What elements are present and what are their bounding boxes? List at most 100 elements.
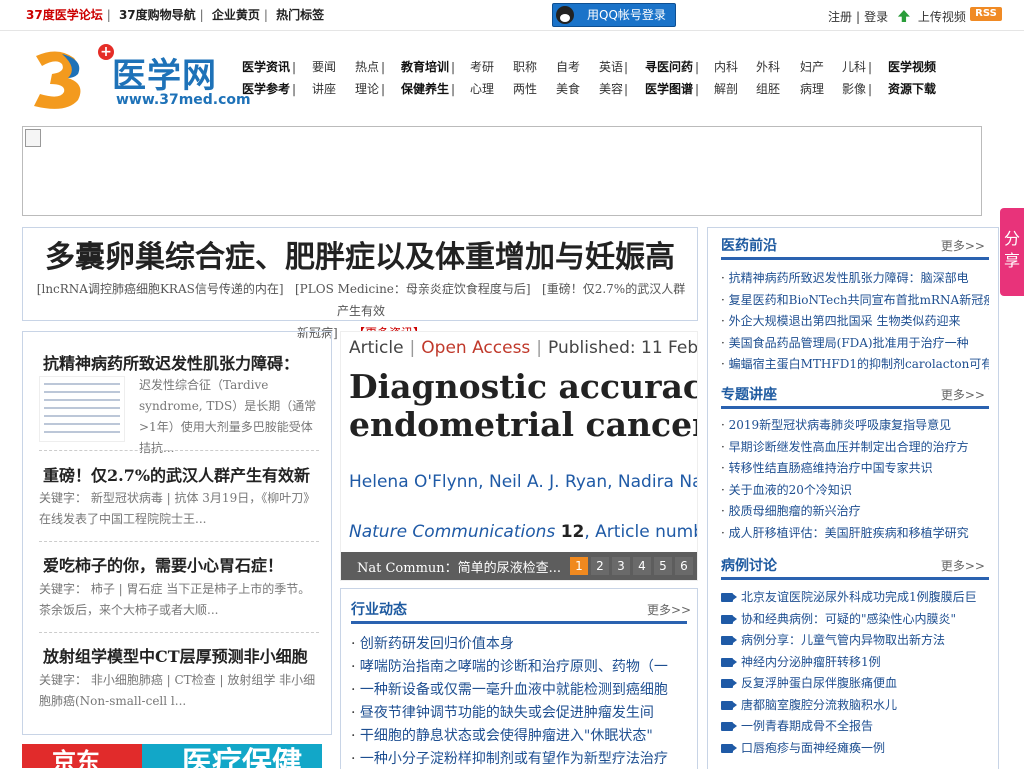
register-link[interactable]: 注册	[828, 10, 852, 24]
forum-link[interactable]: 37度医学论坛	[26, 8, 103, 22]
list-item[interactable]: 北京友谊医院泌尿外科成功完成1例腹膜后巨	[721, 587, 989, 609]
video-camera-icon	[721, 679, 737, 688]
slide-caption[interactable]: Nat Commun：简单的尿液检查...	[357, 557, 561, 576]
list-item[interactable]: 转移性结直肠癌维持治疗中国专家共识	[721, 458, 989, 480]
nav-atlas[interactable]: 医学图谱	[645, 78, 693, 100]
nav-education[interactable]: 教育培训	[401, 56, 449, 78]
video-camera-icon	[721, 636, 737, 645]
nav-title-exam[interactable]: 职称	[513, 56, 537, 78]
drug-frontier-title[interactable]: 医药前沿	[721, 235, 777, 255]
industry-more-link[interactable]: 更多>>	[647, 601, 691, 618]
list-item[interactable]: 2019新型冠状病毒肺炎呼吸康复指导意见	[721, 415, 989, 437]
list-item[interactable]: 协和经典病例：可疑的"感染性心内膜炎"	[721, 609, 989, 631]
list-item[interactable]: 一例青春期成骨不全报告	[721, 716, 989, 738]
slide-page-2[interactable]: 2	[591, 557, 609, 575]
case-discussion-title[interactable]: 病例讨论	[721, 555, 777, 575]
nav-anatomy[interactable]: 解剖	[714, 78, 738, 100]
featured-articles: 抗精神病药所致迟发性肌张力障碍： 迟发性综合征（Tardive syndrome…	[22, 331, 332, 735]
nav-seek-doctor[interactable]: 寻医问药	[645, 56, 693, 78]
list-item[interactable]: 唐都脑室腹腔分流救脑积水儿	[721, 695, 989, 717]
image-slider[interactable]: Article|Open Access|Published: 11 Febru …	[340, 331, 698, 581]
article-summary: 关键字： 非小细胞肺癌 | CT检查 | 放射组学 非小细胞肺癌(Non-sma…	[39, 673, 316, 708]
list-item[interactable]: 反复浮肿蛋白尿伴腹胀痛便血	[721, 673, 989, 695]
article-title[interactable]: 爱吃柿子的你，需要小心胃石症！	[43, 552, 323, 576]
slide-page-4[interactable]: 4	[633, 557, 651, 575]
yellow-pages-link[interactable]: 企业黄页	[212, 8, 260, 22]
nav-headlines[interactable]: 要闻	[312, 56, 336, 78]
list-item[interactable]: 胶质母细胞瘤的新兴治疗	[721, 501, 989, 523]
article-summary: 关键字： 新型冠状病毒 | 抗体 3月19日，《柳叶刀》在线发表了中国工程院院士…	[39, 491, 316, 526]
slide-page-5[interactable]: 5	[654, 557, 672, 575]
article-thumbnail[interactable]	[39, 376, 125, 442]
nav-sexuality[interactable]: 两性	[513, 78, 537, 100]
nav-english[interactable]: 英语	[599, 56, 623, 78]
article-title[interactable]: 抗精神病药所致迟发性肌张力障碍：	[43, 350, 319, 374]
lecture-title[interactable]: 专题讲座	[721, 384, 777, 404]
list-item[interactable]: 神经内分泌肿瘤肝转移1例	[721, 652, 989, 674]
slide-page-1[interactable]: 1	[570, 557, 588, 575]
article-title[interactable]: 重磅！仅2.7%的武汉人群产生有效新	[43, 462, 323, 486]
nav-postgrad[interactable]: 考研	[470, 56, 494, 78]
nav-pediatrics[interactable]: 儿科	[842, 56, 866, 78]
nav-histology[interactable]: 组胚	[756, 78, 780, 100]
list-item[interactable]: 干细胞的静息状态或会使得肿瘤进入"休眠状态"	[351, 725, 691, 748]
shopping-nav-link[interactable]: 37度购物导航	[119, 8, 196, 22]
list-item[interactable]: 创新药研发回归价值本身	[351, 633, 691, 656]
nav-imaging[interactable]: 影像	[842, 78, 866, 100]
nav-lectures[interactable]: 讲座	[312, 78, 336, 100]
slide-header: Article|Open Access|Published: 11 Febru	[349, 338, 697, 358]
lecture-more[interactable]: 更多>>	[941, 386, 985, 403]
drug-frontier-more[interactable]: 更多>>	[941, 237, 985, 254]
nav-self-study[interactable]: 自考	[556, 56, 580, 78]
headline-title[interactable]: 多囊卵巢综合症、肥胖症以及体重增加与妊娠高	[23, 232, 697, 276]
login-link[interactable]: 登录	[864, 10, 888, 24]
list-item[interactable]: 口唇疱疹与面神经瘫痪一例	[721, 738, 989, 760]
hot-tags-link[interactable]: 热门标签	[276, 8, 324, 22]
slide-volume: 12	[560, 522, 585, 542]
jd-ad-banner[interactable]: 京东 医疗保健	[22, 744, 322, 768]
nav-obstetrics[interactable]: 妇产	[800, 56, 824, 78]
case-discussion-more[interactable]: 更多>>	[941, 557, 985, 574]
list-item[interactable]: 成人肝移植评估：美国肝脏疾病和移植学研究	[721, 523, 989, 545]
upload-video-link[interactable]: 上传视频	[918, 10, 966, 24]
slide-page-6[interactable]: 6	[675, 557, 693, 575]
slide-page-3[interactable]: 3	[612, 557, 630, 575]
list-item[interactable]: 早期诊断继发性高血压并制定出合理的治疗方	[721, 437, 989, 459]
list-item[interactable]: 复星医药和BioNTech共同宣布首批mRNA新冠疫	[721, 290, 989, 312]
article-title[interactable]: 放射组学模型中CT层厚预测非小细胞	[43, 643, 323, 667]
nav-psychology[interactable]: 心理	[470, 78, 494, 100]
right-sidebar: 医药前沿 更多>> 抗精神病药所致迟发性肌张力障碍：脑深部电 复星医药和BioN…	[707, 227, 999, 769]
list-item[interactable]: 昼夜节律钟调节功能的缺失或会促进肿瘤发生间	[351, 702, 691, 725]
share-tab[interactable]: 分享	[1000, 208, 1024, 296]
site-logo[interactable]: + 医学网 www.37med.com	[28, 44, 251, 114]
sub-link-2[interactable]: [PLOS Medicine：母亲炎症饮食程度与后]	[295, 282, 531, 296]
slide-title-line-1: Diagnostic accuracy o	[349, 367, 697, 406]
list-item[interactable]: 关于血液的20个冷知识	[721, 480, 989, 502]
industry-title[interactable]: 行业动态	[351, 599, 407, 619]
list-item[interactable]: 病例分享：儿童气管内异物取出新方法	[721, 630, 989, 652]
nav-hot[interactable]: 热点	[355, 56, 379, 78]
nav-medical-video[interactable]: 医学视频	[888, 56, 936, 78]
banner-ad[interactable]	[22, 126, 982, 216]
list-item[interactable]: 蝙蝠宿主蛋白MTHFD1的抑制剂carolacton可有	[721, 354, 989, 376]
list-item[interactable]: 外企大规模退出第四批国采 生物类似药迎来	[721, 311, 989, 333]
nav-surgery[interactable]: 外科	[756, 56, 780, 78]
nav-downloads[interactable]: 资源下载	[888, 78, 936, 100]
list-item[interactable]: 哮喘防治指南之哮喘的诊断和治疗原则、药物（一	[351, 656, 691, 679]
nav-theory[interactable]: 理论	[355, 78, 379, 100]
nav-medical-ref[interactable]: 医学参考	[242, 78, 290, 100]
nav-medical-news[interactable]: 医学资讯	[242, 56, 290, 78]
rss-icon[interactable]: RSS	[970, 7, 1002, 21]
nav-internal[interactable]: 内科	[714, 56, 738, 78]
nav-beauty[interactable]: 美容	[599, 78, 623, 100]
nav-food[interactable]: 美食	[556, 78, 580, 100]
slide-pager: 123456	[570, 557, 696, 575]
nav-health[interactable]: 保健养生	[401, 78, 449, 100]
list-item[interactable]: 一种新设备或仅需一毫升血液中就能检测到癌细胞	[351, 679, 691, 702]
list-item[interactable]: 美国食品药品管理局(FDA)批准用于治疗一种	[721, 333, 989, 355]
qq-login-button[interactable]: 用QQ帐号登录	[552, 3, 676, 27]
nav-pathology[interactable]: 病理	[800, 78, 824, 100]
sub-link-1[interactable]: [lncRNA调控肺癌细胞KRAS信号传递的内在]	[37, 282, 284, 296]
list-item[interactable]: 抗精神病药所致迟发性肌张力障碍：脑深部电	[721, 268, 989, 290]
slide-article-label: Article	[349, 338, 404, 358]
